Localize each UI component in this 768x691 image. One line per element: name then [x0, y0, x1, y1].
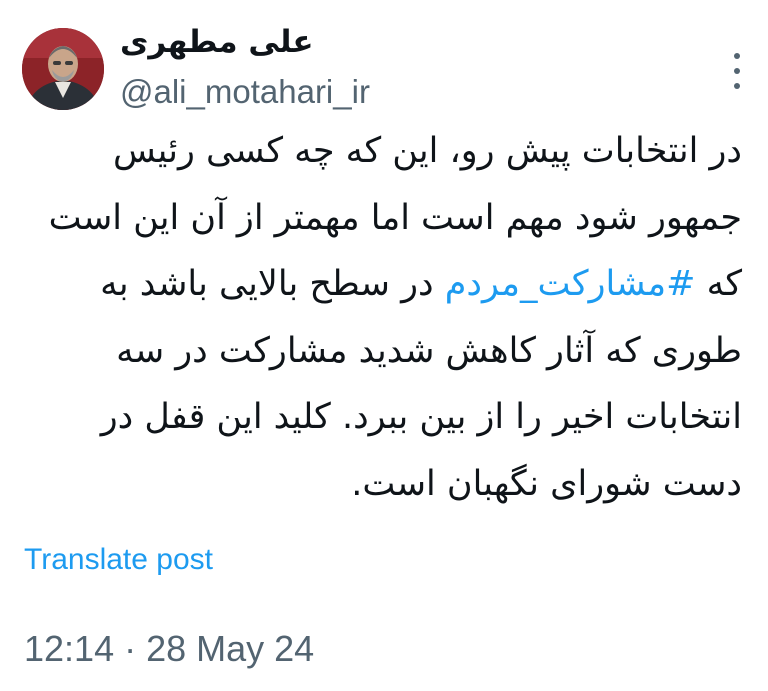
hashtag-link[interactable]: #مشارکت_مردم [445, 264, 696, 304]
avatar[interactable] [22, 28, 104, 110]
more-options-icon[interactable] [726, 48, 748, 94]
tweet-timestamp[interactable]: 12:14 · 28 May 24 [24, 628, 314, 670]
author-display-name[interactable]: علی مطهری [120, 24, 314, 60]
timestamp-date: 28 May 24 [146, 628, 315, 669]
avatar-photo-icon [22, 28, 104, 110]
tweet-header: علی مطهری @ali_motahari_ir [22, 24, 748, 111]
translate-post-link[interactable]: Translate post [24, 543, 213, 577]
tweet-body: در انتخابات پیش رو، این که چه کسی رئیس ج… [24, 118, 742, 517]
timestamp-separator: · [114, 628, 147, 669]
author-handle[interactable]: @ali_motahari_ir [120, 73, 370, 111]
timestamp-time: 12:14 [24, 628, 115, 669]
